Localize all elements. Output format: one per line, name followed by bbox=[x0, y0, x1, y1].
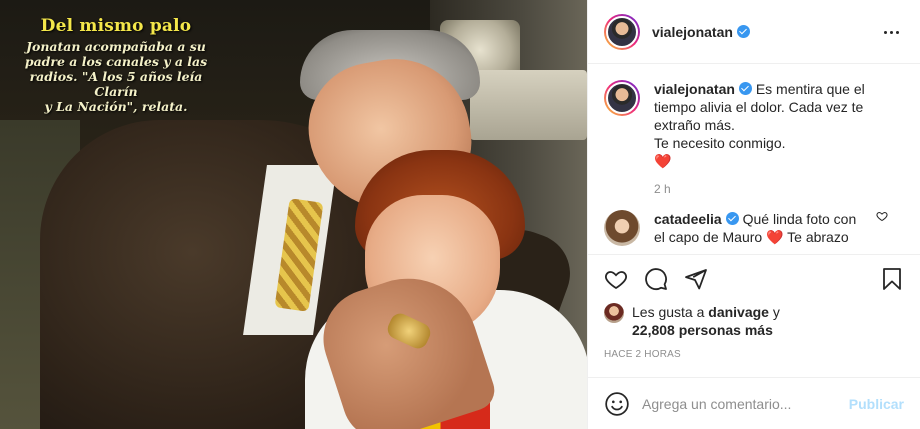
caption-comment: vialejonatan Es mentira que el tiempo al… bbox=[604, 80, 904, 198]
commenter-avatar[interactable] bbox=[604, 210, 640, 246]
verified-badge-icon bbox=[736, 24, 750, 38]
comment-item: catadeelia Qué linda foto con el capo de… bbox=[604, 210, 904, 246]
photo-caption-line: radios. "A los 5 años leía Clarín bbox=[29, 69, 203, 99]
caption-author-avatar-image bbox=[606, 82, 638, 114]
verified-badge-icon bbox=[725, 212, 739, 225]
post-header: vialejonatan bbox=[588, 0, 920, 64]
likes-count[interactable]: 22,808 personas más bbox=[632, 322, 773, 338]
caption-text-line: tiempo alivia el dolor. Cada vez te bbox=[654, 99, 864, 115]
author-username-text: vialejonatan bbox=[652, 23, 733, 40]
more-options-icon[interactable] bbox=[880, 20, 904, 44]
caption-text-line: extraño más. bbox=[654, 117, 735, 133]
caption-author-avatar[interactable] bbox=[604, 80, 640, 116]
add-comment-bar: Publicar bbox=[588, 377, 920, 429]
comment-input[interactable] bbox=[642, 395, 849, 412]
liker-avatar[interactable] bbox=[604, 303, 624, 323]
instagram-post: Del mismo palo Jonatan acompañaba a su p… bbox=[0, 0, 920, 429]
caption-text-line: Es mentira que el bbox=[755, 81, 865, 97]
heart-emoji: ❤️ bbox=[654, 153, 672, 169]
photo-caption-body: Jonatan acompañaba a su padre a los cana… bbox=[6, 39, 226, 114]
commenter-username[interactable]: catadeelia bbox=[654, 211, 722, 227]
photo-camera-body bbox=[470, 70, 587, 140]
likes-text: Les gusta a danivage y 22,808 personas m… bbox=[632, 303, 780, 339]
caption-text-line: Te necesito conmigo. bbox=[654, 135, 786, 151]
verified-badge-icon bbox=[738, 82, 752, 95]
post-actions bbox=[588, 254, 920, 303]
caption-time[interactable]: 2 h bbox=[654, 180, 894, 198]
photo-caption-line: padre a los canales y a las bbox=[24, 54, 208, 69]
photo-caption: Del mismo palo Jonatan acompañaba a su p… bbox=[6, 16, 226, 114]
publish-button[interactable]: Publicar bbox=[849, 396, 904, 412]
photo-caption-title: Del mismo palo bbox=[40, 16, 192, 36]
photo-caption-line: Jonatan acompañaba a su bbox=[26, 39, 206, 54]
comment-text-line: Qué linda foto con bbox=[742, 211, 857, 227]
post-photo[interactable]: Del mismo palo Jonatan acompañaba a su p… bbox=[0, 0, 587, 429]
likes-summary: Les gusta a danivage y 22,808 personas m… bbox=[588, 303, 920, 339]
caption-body: vialejonatan Es mentira que el tiempo al… bbox=[654, 80, 894, 198]
share-icon[interactable] bbox=[684, 267, 708, 291]
likes-first-user[interactable]: danivage bbox=[708, 304, 769, 320]
comments-list: vialejonatan Es mentira que el tiempo al… bbox=[588, 64, 920, 254]
comment-body: catadeelia Qué linda foto con el capo de… bbox=[654, 210, 894, 246]
emoji-icon[interactable] bbox=[604, 391, 630, 417]
author-avatar[interactable] bbox=[604, 13, 640, 50]
likes-prefix: Les gusta a bbox=[632, 304, 705, 320]
post-timestamp[interactable]: HACE 2 HORAS bbox=[588, 345, 920, 377]
commenter-avatar-image bbox=[604, 210, 640, 246]
comment-text-line: el capo de Mauro ❤️ Te abrazo bbox=[654, 229, 849, 245]
comment-icon[interactable] bbox=[644, 267, 668, 291]
author-username[interactable]: vialejonatan bbox=[652, 24, 750, 40]
heart-icon[interactable] bbox=[604, 267, 628, 291]
photo-caption-line: y La Nación", relata. bbox=[44, 99, 188, 114]
likes-connector: y bbox=[772, 304, 780, 320]
bookmark-icon[interactable] bbox=[880, 267, 904, 291]
comment-like-heart-icon[interactable] bbox=[876, 210, 888, 222]
post-side-panel: vialejonatan vialejonatan Es mentira que… bbox=[587, 0, 920, 429]
caption-username[interactable]: vialejonatan bbox=[654, 81, 735, 97]
author-avatar-image bbox=[606, 15, 638, 48]
